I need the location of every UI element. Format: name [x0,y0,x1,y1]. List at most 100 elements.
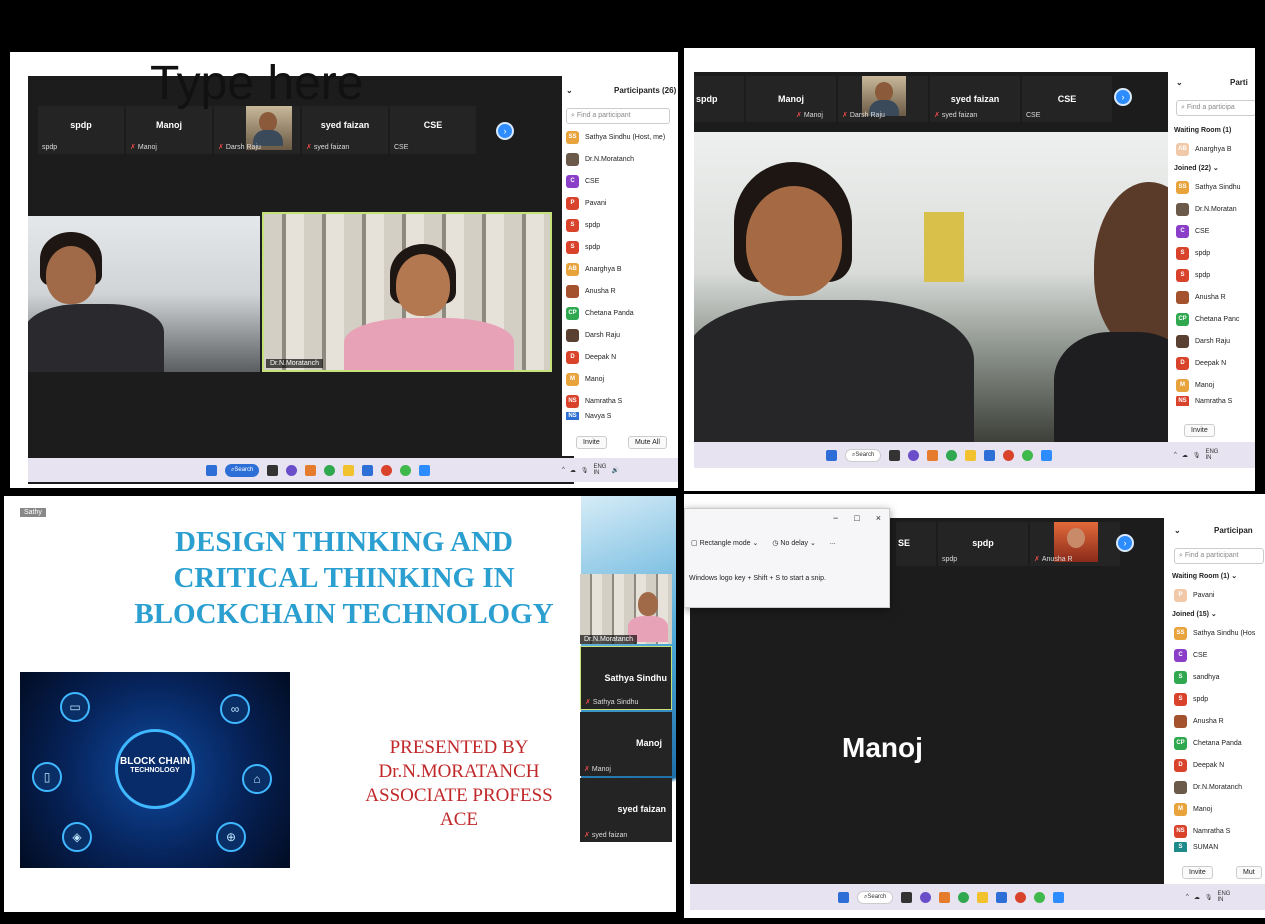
maximize-icon[interactable]: □ [854,513,859,523]
minimize-icon[interactable]: − [833,513,838,523]
participant-tile[interactable]: spdp spdp [38,106,124,154]
mic-icon[interactable]: 🎙 [1205,894,1213,901]
participant-tile[interactable]: spdp [694,76,744,122]
participant-tile[interactable]: spdp spdp [938,522,1028,566]
task-view-icon[interactable] [267,464,279,476]
list-item[interactable]: CP Chetana Panda [1170,732,1265,754]
list-item[interactable]: CP Chetana Panda [562,302,678,324]
app-icon[interactable] [939,891,951,903]
file-explorer-icon[interactable] [965,449,977,461]
list-item[interactable]: P Pavani [1170,584,1265,606]
file-explorer-icon[interactable] [977,891,989,903]
mute-all-button[interactable]: Mute All [628,436,667,449]
list-item[interactable]: Darsh Raju [562,324,678,346]
participant-tile[interactable]: ✗ Darsh Raju [214,106,300,154]
next-page-button[interactable]: › [496,122,514,140]
browser-icon[interactable] [400,464,412,476]
chat-icon[interactable] [920,891,932,903]
app-icon[interactable] [927,449,939,461]
chrome-icon[interactable] [946,449,958,461]
chevron-up-icon[interactable]: ^ [1186,894,1189,900]
list-item[interactable]: P Pavani [562,192,678,214]
zoom-icon[interactable] [419,464,431,476]
browser-icon[interactable] [1034,891,1046,903]
taskbar-search[interactable]: ⌕ Search [857,890,894,904]
search-input[interactable]: ⌕ Find a participa [1176,100,1255,116]
collapse-chevron-icon[interactable]: ⌄ [1174,526,1181,535]
store-icon[interactable] [984,449,996,461]
mic-icon[interactable]: 🎙 [581,467,589,474]
participant-tile[interactable]: syed faizan ✗ syed faizan [302,106,388,154]
cloud-icon[interactable]: ☁ [1194,894,1200,901]
cloud-icon[interactable]: ☁ [1182,452,1188,459]
zoom-icon[interactable] [1041,449,1053,461]
browser-icon[interactable] [1015,891,1027,903]
list-item[interactable]: D Deepak N [1170,754,1265,776]
list-item[interactable]: S SUMAN [1170,842,1265,852]
participant-tile[interactable]: SE [896,522,936,566]
zoom-icon[interactable] [1053,891,1065,903]
list-item[interactable]: Anusha R [1172,286,1255,308]
chat-icon[interactable] [908,449,920,461]
app-icon[interactable] [305,464,317,476]
task-view-icon[interactable] [901,891,913,903]
chat-icon[interactable] [286,464,298,476]
list-item[interactable]: NS Navya S [562,412,678,420]
waiting-room-header[interactable]: Waiting Room (1) [1172,122,1255,138]
chevron-up-icon[interactable]: ^ [562,467,565,473]
list-item[interactable]: NS Namratha S [1170,820,1265,842]
list-item[interactable]: Dr.N.Moratan [1172,198,1255,220]
file-explorer-icon[interactable] [343,464,355,476]
participant-tile[interactable]: Manoj ✗ Manoj [746,76,836,122]
waiting-room-header[interactable]: Waiting Room (1) ⌄ [1170,568,1265,584]
browser-icon[interactable] [1003,449,1015,461]
participant-tile[interactable]: CSE CSE [390,106,476,154]
store-icon[interactable] [362,464,374,476]
list-item[interactable]: Sspdp [1172,264,1255,286]
windows-start-icon[interactable] [826,449,837,461]
more-options-button[interactable]: ... [830,539,836,547]
participant-tile[interactable]: Sathya Sindhu ✗ Sathya Sindhu [580,646,672,710]
chrome-icon[interactable] [958,891,970,903]
language-indicator[interactable]: ENG IN [593,464,606,476]
list-item[interactable]: Dr.N.Moratanch [562,148,678,170]
mic-icon[interactable]: 🎙 [1193,452,1201,459]
mute-all-button[interactable]: Mut [1236,866,1262,879]
list-item[interactable]: D Deepak N [562,346,678,368]
collapse-chevron-icon[interactable]: ⌄ [1176,78,1183,87]
participant-tile[interactable]: Manoj ✗ Manoj [126,106,212,154]
list-item[interactable]: M Manoj [562,368,678,390]
list-item[interactable]: Darsh Raju [1172,330,1255,352]
list-item[interactable]: Anusha R [562,280,678,302]
windows-start-icon[interactable] [206,464,217,476]
participant-tile[interactable]: syed faizan ✗ syed faizan [580,778,672,842]
list-item[interactable]: NS Namratha S [1172,396,1255,406]
search-input[interactable]: ⌕ Find a participant [1174,548,1264,564]
taskbar-search[interactable]: ⌕ Search [225,463,260,477]
rectangle-mode-dropdown[interactable]: ▢ Rectangle mode ⌄ [691,539,758,547]
joined-header[interactable]: Joined (22) ⌄ [1172,160,1255,176]
list-item[interactable]: SS Sathya Sindhu (Hos [1170,622,1265,644]
cloud-icon[interactable]: ☁ [570,467,576,474]
store-icon[interactable] [996,891,1008,903]
delay-dropdown[interactable]: ◷ No delay ⌄ [772,539,816,547]
chrome-icon[interactable] [324,464,336,476]
next-page-button[interactable]: › [1116,534,1134,552]
volume-icon[interactable]: 🔊 [611,467,618,474]
list-item[interactable]: M Manoj [1172,374,1255,396]
list-item[interactable]: CP Chetana Panc [1172,308,1255,330]
list-item[interactable]: Sspdp [562,214,678,236]
list-item[interactable]: Sspdp [562,236,678,258]
search-input[interactable]: ⌕ Find a participant [566,108,670,124]
list-item[interactable]: D Deepak N [1172,352,1255,374]
list-item[interactable]: Ssandhya [1170,666,1265,688]
invite-button[interactable]: Invite [1182,866,1213,879]
list-item[interactable]: SS Sathya Sindhu (Host, me) [562,126,678,148]
list-item[interactable]: Sspdp [1172,242,1255,264]
browser-icon[interactable] [1022,449,1034,461]
participant-tile[interactable]: CSE CSE [1022,76,1112,122]
list-item[interactable]: M Manoj [1170,798,1265,820]
invite-button[interactable]: Invite [576,436,607,449]
invite-button[interactable]: Invite [1184,424,1215,437]
collapse-chevron-icon[interactable]: ⌄ [566,86,573,95]
